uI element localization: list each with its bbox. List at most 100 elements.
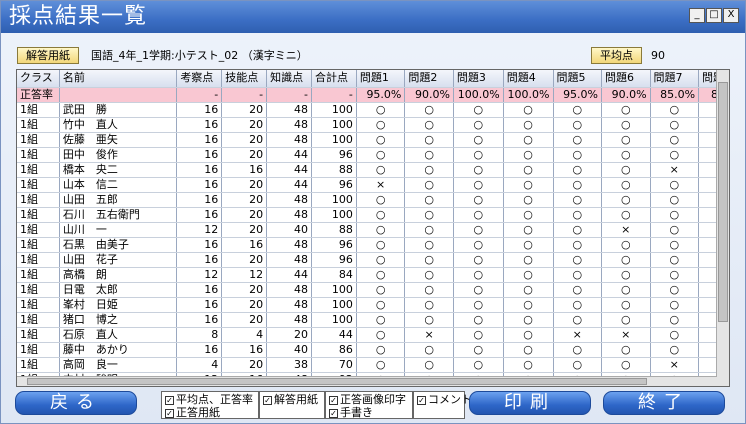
table-cell: ○ — [650, 102, 700, 118]
option-average[interactable]: ✓ 平均点、正答率 — [165, 394, 253, 406]
table-cell: ○ — [404, 222, 454, 238]
table-cell: 84 — [311, 267, 357, 283]
results-grid: クラス 名前 考察点 技能点 知識点 合計点 問題1 問題2 問題3 問題4 問題5 問題6 問題7 問題… — [16, 69, 730, 387]
table-cell: 20 — [221, 222, 268, 238]
table-cell: 20 — [221, 282, 268, 298]
table-cell: 16 — [176, 237, 223, 253]
option-print-image[interactable]: ✓ 正答画像印字 — [329, 394, 406, 406]
table-cell: × — [601, 222, 651, 238]
option-handwrite[interactable]: ✓ 手書き — [329, 407, 373, 419]
table-cell: ○ — [650, 237, 700, 253]
checkbox-checked-icon[interactable]: ✓ — [165, 408, 174, 418]
table-cell: 100 — [311, 132, 357, 148]
table-cell: ○ — [503, 327, 554, 343]
column-header[interactable]: 問題7 — [650, 70, 700, 88]
table-row[interactable]: 1組 高岡 良一 4 20 38 70 ○ ○ ○ ○ ○ ○ × — [17, 357, 729, 373]
option-correct-sheet[interactable]: ✓ 正答用紙 — [165, 407, 220, 419]
checkbox-checked-icon[interactable]: ✓ — [417, 395, 426, 405]
table-cell: ○ — [453, 297, 504, 313]
table-cell: 20 — [221, 297, 268, 313]
column-header[interactable]: 名前 — [59, 70, 178, 88]
title-bar[interactable]: 採点結果一覧 _ □ X — [1, 1, 745, 33]
correct-rate-row[interactable]: 正答率 - - - -95.0% 90.0% 100.0% 100.0% 95.0% 90.0% 8… — [17, 87, 729, 103]
table-cell: 1組 — [17, 237, 60, 253]
table-cell: 藤中 あかり — [59, 342, 178, 358]
table-row[interactable]: 1組 石川 五右衛門 16 20 48 100 ○ ○ ○ ○ ○ ○ ○ — [17, 207, 729, 223]
maximize-button[interactable]: □ — [706, 8, 722, 23]
table-cell: ○ — [601, 267, 651, 283]
table-cell: 峯村 日姫 — [59, 297, 178, 313]
table-row[interactable]: 1組 藤中 あかり 16 16 40 86 ○ ○ ○ ○ ○ ○ ○ — [17, 342, 729, 358]
table-cell: 4 — [176, 357, 223, 373]
table-cell: ○ — [503, 267, 554, 283]
horizontal-scrollbar[interactable] — [17, 376, 717, 386]
table-row[interactable]: 1組 石原 直人 8 4 20 44 ○ × ○ ○ × × ○ — [17, 327, 729, 343]
column-header[interactable]: 合計点 — [311, 70, 357, 88]
column-header[interactable]: クラス — [17, 70, 60, 88]
table-cell: 86 — [311, 342, 357, 358]
table-cell: 48 — [266, 297, 312, 313]
table-row[interactable]: 1組 山田 五郎 16 20 48 100 ○ ○ ○ ○ ○ ○ ○ — [17, 192, 729, 208]
table-row[interactable]: 1組 田中 俊作 16 20 44 96 ○ ○ ○ ○ ○ ○ ○ — [17, 147, 729, 163]
table-cell: 1組 — [17, 207, 60, 223]
answer-sheet-button[interactable]: 解答用紙 — [17, 47, 79, 64]
table-row[interactable]: 1組 猪口 博之 16 20 48 100 ○ ○ ○ ○ ○ ○ ○ — [17, 312, 729, 328]
table-cell: ○ — [553, 132, 603, 148]
column-header[interactable]: 技能点 — [221, 70, 268, 88]
back-button[interactable]: 戻る — [15, 391, 137, 415]
checkbox-checked-icon[interactable]: ✓ — [329, 395, 338, 405]
table-row[interactable]: 1組 竹中 直人 16 20 48 100 ○ ○ ○ ○ ○ ○ ○ — [17, 117, 729, 133]
end-button[interactable]: 終了 — [603, 391, 725, 415]
table-cell: × — [650, 357, 700, 373]
table-row[interactable]: 1組 峯村 日姫 16 20 48 100 ○ ○ ○ ○ ○ ○ ○ — [17, 297, 729, 313]
checkbox-checked-icon[interactable]: ✓ — [329, 408, 338, 418]
table-cell: ○ — [553, 342, 603, 358]
window-controls: _ □ X — [689, 8, 739, 23]
table-cell: ○ — [503, 282, 554, 298]
minimize-button[interactable]: _ — [689, 8, 705, 23]
table-cell: ○ — [650, 192, 700, 208]
table-cell: - — [176, 87, 223, 103]
table-cell: 1組 — [17, 342, 60, 358]
vertical-scrollbar[interactable] — [716, 70, 729, 386]
column-header[interactable]: 問題4 — [503, 70, 554, 88]
table-cell: 正答率 — [17, 87, 60, 103]
print-button[interactable]: 印刷 — [469, 391, 591, 415]
table-cell: 100.0% — [453, 87, 504, 103]
horizontal-scroll-thumb[interactable] — [27, 378, 647, 385]
column-header[interactable]: 問題5 — [553, 70, 603, 88]
vertical-scroll-thumb[interactable] — [718, 82, 728, 322]
table-row[interactable]: 1組 石黒 由美子 16 16 48 96 ○ ○ ○ ○ ○ ○ ○ — [17, 237, 729, 253]
column-header[interactable]: 問題6 — [601, 70, 651, 88]
table-cell: ○ — [601, 282, 651, 298]
column-header[interactable]: 問題2 — [404, 70, 454, 88]
column-header[interactable]: 知識点 — [266, 70, 312, 88]
option-comment[interactable]: ✓ コメント — [417, 394, 472, 406]
table-cell: ○ — [404, 297, 454, 313]
checkbox-checked-icon[interactable]: ✓ — [263, 395, 272, 405]
table-cell: ○ — [503, 177, 554, 193]
close-button[interactable]: X — [723, 8, 739, 23]
table-cell: ○ — [601, 312, 651, 328]
table-row[interactable]: 1組 武田 勝 16 20 48 100 ○ ○ ○ ○ ○ ○ ○ — [17, 102, 729, 118]
table-row[interactable]: 1組 日電 太郎 16 20 48 100 ○ ○ ○ ○ ○ ○ ○ — [17, 282, 729, 298]
table-cell: × — [404, 327, 454, 343]
test-name: 国語_4年_1学期:小テスト_02 （漢字ミニ） — [91, 49, 308, 62]
table-row[interactable]: 1組 佐藤 亜矢 16 20 48 100 ○ ○ ○ ○ ○ ○ ○ — [17, 132, 729, 148]
column-header[interactable]: 問題3 — [453, 70, 504, 88]
table-cell: ○ — [356, 162, 406, 178]
table-cell: 48 — [266, 252, 312, 268]
column-header[interactable]: 考察点 — [176, 70, 223, 88]
table-cell: ○ — [601, 207, 651, 223]
table-row[interactable]: 1組 橋本 央二 16 16 44 88 ○ ○ ○ ○ ○ ○ × — [17, 162, 729, 178]
table-row[interactable]: 1組 山田 花子 16 20 48 96 ○ ○ ○ ○ ○ ○ ○ — [17, 252, 729, 268]
option-answer-sheet[interactable]: ✓ 解答用紙 — [263, 394, 318, 406]
table-cell: ○ — [553, 252, 603, 268]
table-cell: ○ — [503, 117, 554, 133]
table-row[interactable]: 1組 山川 一 12 20 40 88 ○ ○ ○ ○ ○ × ○ — [17, 222, 729, 238]
table-row[interactable]: 1組 高橋 朗 12 12 44 84 ○ ○ ○ ○ ○ ○ ○ — [17, 267, 729, 283]
table-cell: 100 — [311, 207, 357, 223]
table-row[interactable]: 1組 山本 信二 16 20 44 96 × ○ ○ ○ ○ ○ ○ — [17, 177, 729, 193]
column-header[interactable]: 問題1 — [356, 70, 406, 88]
checkbox-checked-icon[interactable]: ✓ — [165, 395, 174, 405]
